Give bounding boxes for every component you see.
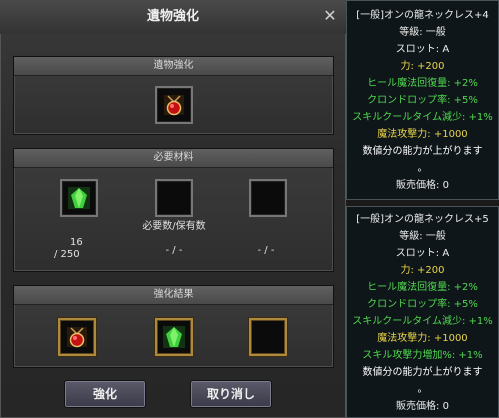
stat-line: スキルクールタイム減少: +1% xyxy=(352,112,493,123)
result-slot-3[interactable] xyxy=(249,318,287,356)
material-need: 16 xyxy=(70,237,83,248)
result-slot-1[interactable] xyxy=(58,318,96,356)
material-slot-2[interactable] xyxy=(155,179,193,217)
stat-line: ヒール魔法回復量: +2% xyxy=(367,78,478,89)
item-tooltip-1: [一般]オンの龍ネックレス+4 等級: 一般 スロット: A 力: +200 ヒ… xyxy=(346,0,499,200)
close-icon[interactable]: ✕ xyxy=(322,8,338,24)
materials-panel: 必要材料 必要数/保有数 16 / 250 - / - - / - xyxy=(13,148,334,272)
result-panel-header: 強化結果 xyxy=(14,286,333,305)
dialog-title: 遺物強化 xyxy=(0,0,346,34)
item-description-end: 。 xyxy=(417,163,428,174)
relic-slot[interactable] xyxy=(155,86,193,124)
material-count-2: - / - xyxy=(165,245,183,256)
stat-line: 力: +200 xyxy=(400,265,445,276)
item-name: [一般]オンの龍ネックレス+5 xyxy=(356,214,489,225)
result-slot-2[interactable] xyxy=(155,318,193,356)
relic-panel: 遺物強化 xyxy=(13,56,334,135)
item-slot: スロット: A xyxy=(395,44,450,55)
relic-enhance-dialog: 遺物強化 ✕ 遺物強化 必要材料 必要数/保有数 16 / 250 - / - … xyxy=(0,0,346,418)
item-description: 数値分の能力が上がります xyxy=(362,146,483,157)
red-necklace-icon xyxy=(164,95,184,116)
green-crystal-icon xyxy=(163,326,185,348)
item-grade: 等級: 一般 xyxy=(399,231,446,242)
item-description: 数値分の能力が上がります xyxy=(362,367,483,378)
material-count-3: - / - xyxy=(257,245,275,256)
stat-line: クロンドロップ率: +5% xyxy=(367,95,478,106)
cancel-button[interactable]: 取り消し xyxy=(190,380,272,408)
sell-price: 販売価格: 0 xyxy=(396,180,449,191)
stat-line: スキルクールタイム減少: +1% xyxy=(352,316,493,327)
stat-line: 魔法攻撃力: +1000 xyxy=(377,129,468,140)
enhance-button[interactable]: 強化 xyxy=(64,380,146,408)
stat-line: 魔法攻撃力: +1000 xyxy=(377,333,468,344)
materials-sub-label: 必要数/保有数 xyxy=(142,221,206,232)
material-slot-1[interactable] xyxy=(60,179,98,217)
relic-panel-header: 遺物強化 xyxy=(14,57,333,76)
red-necklace-icon xyxy=(67,327,87,348)
item-description-end: 。 xyxy=(417,384,428,395)
stat-line: 力: +200 xyxy=(400,61,445,72)
stat-line: スキル攻撃力増加%: +1% xyxy=(362,350,483,361)
material-count-1: 16 / 250 xyxy=(54,237,104,261)
materials-panel-header: 必要材料 xyxy=(14,149,333,168)
sell-price: 販売価格: 0 xyxy=(396,401,449,412)
item-grade: 等級: 一般 xyxy=(399,27,446,38)
item-slot: スロット: A xyxy=(395,248,450,259)
material-slot-3[interactable] xyxy=(249,179,287,217)
stat-line: クロンドロップ率: +5% xyxy=(367,299,478,310)
stat-line: ヒール魔法回復量: +2% xyxy=(367,282,478,293)
item-name: [一般]オンの龍ネックレス+4 xyxy=(356,10,489,21)
material-have: / 250 xyxy=(54,249,80,260)
green-crystal-icon xyxy=(68,187,90,209)
result-panel: 強化結果 xyxy=(13,285,334,368)
item-tooltip-2: [一般]オンの龍ネックレス+5 等級: 一般 スロット: A 力: +200 ヒ… xyxy=(346,206,499,418)
